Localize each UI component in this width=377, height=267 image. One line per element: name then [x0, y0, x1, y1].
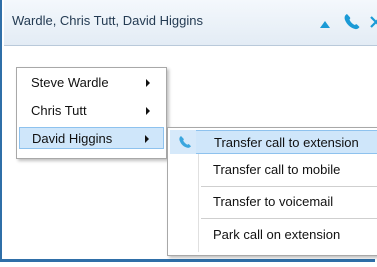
park-call-item[interactable]: Park call on extension — [170, 223, 377, 247]
participants-menu: Steve Wardle Chris Tutt David Higgins — [16, 67, 167, 159]
submenu-arrow-icon — [145, 135, 149, 143]
menu-separator — [201, 186, 377, 187]
menu-item-label: Chris Tutt — [31, 103, 87, 118]
submenu-item-label: Transfer call to mobile — [213, 162, 341, 177]
menu-item-label: David Higgins — [32, 131, 113, 146]
submenu-arrow-icon — [146, 107, 150, 115]
menu-separator — [201, 218, 377, 219]
title-bar: Wardle, Chris Tutt, David Higgins — [4, 0, 377, 46]
submenu-item-label: Transfer to voicemail — [213, 194, 334, 209]
transfer-to-mobile-item[interactable]: Transfer call to mobile — [170, 158, 377, 182]
window-title: Wardle, Chris Tutt, David Higgins — [12, 13, 203, 28]
menu-item-david-higgins[interactable]: David Higgins — [19, 127, 164, 149]
menu-item-chris-tutt[interactable]: Chris Tutt — [19, 100, 164, 122]
submenu-arrow-icon — [146, 79, 150, 87]
phone-transfer-icon — [179, 136, 191, 148]
submenu-item-label: Transfer call to extension — [214, 135, 359, 150]
phone-icon[interactable] — [342, 12, 362, 32]
transfer-to-extension-item[interactable]: Transfer call to extension — [170, 130, 377, 154]
transfer-to-voicemail-item[interactable]: Transfer to voicemail — [170, 190, 377, 214]
menu-item-steve-wardle[interactable]: Steve Wardle — [19, 72, 164, 94]
submenu-item-label: Park call on extension — [213, 227, 341, 242]
submenu-icon-column — [170, 130, 196, 154]
transfer-submenu: Transfer call to extension Transfer call… — [167, 127, 377, 256]
up-arrow-icon[interactable] — [320, 21, 330, 28]
menu-item-label: Steve Wardle — [31, 75, 109, 90]
close-icon[interactable] — [369, 12, 377, 32]
